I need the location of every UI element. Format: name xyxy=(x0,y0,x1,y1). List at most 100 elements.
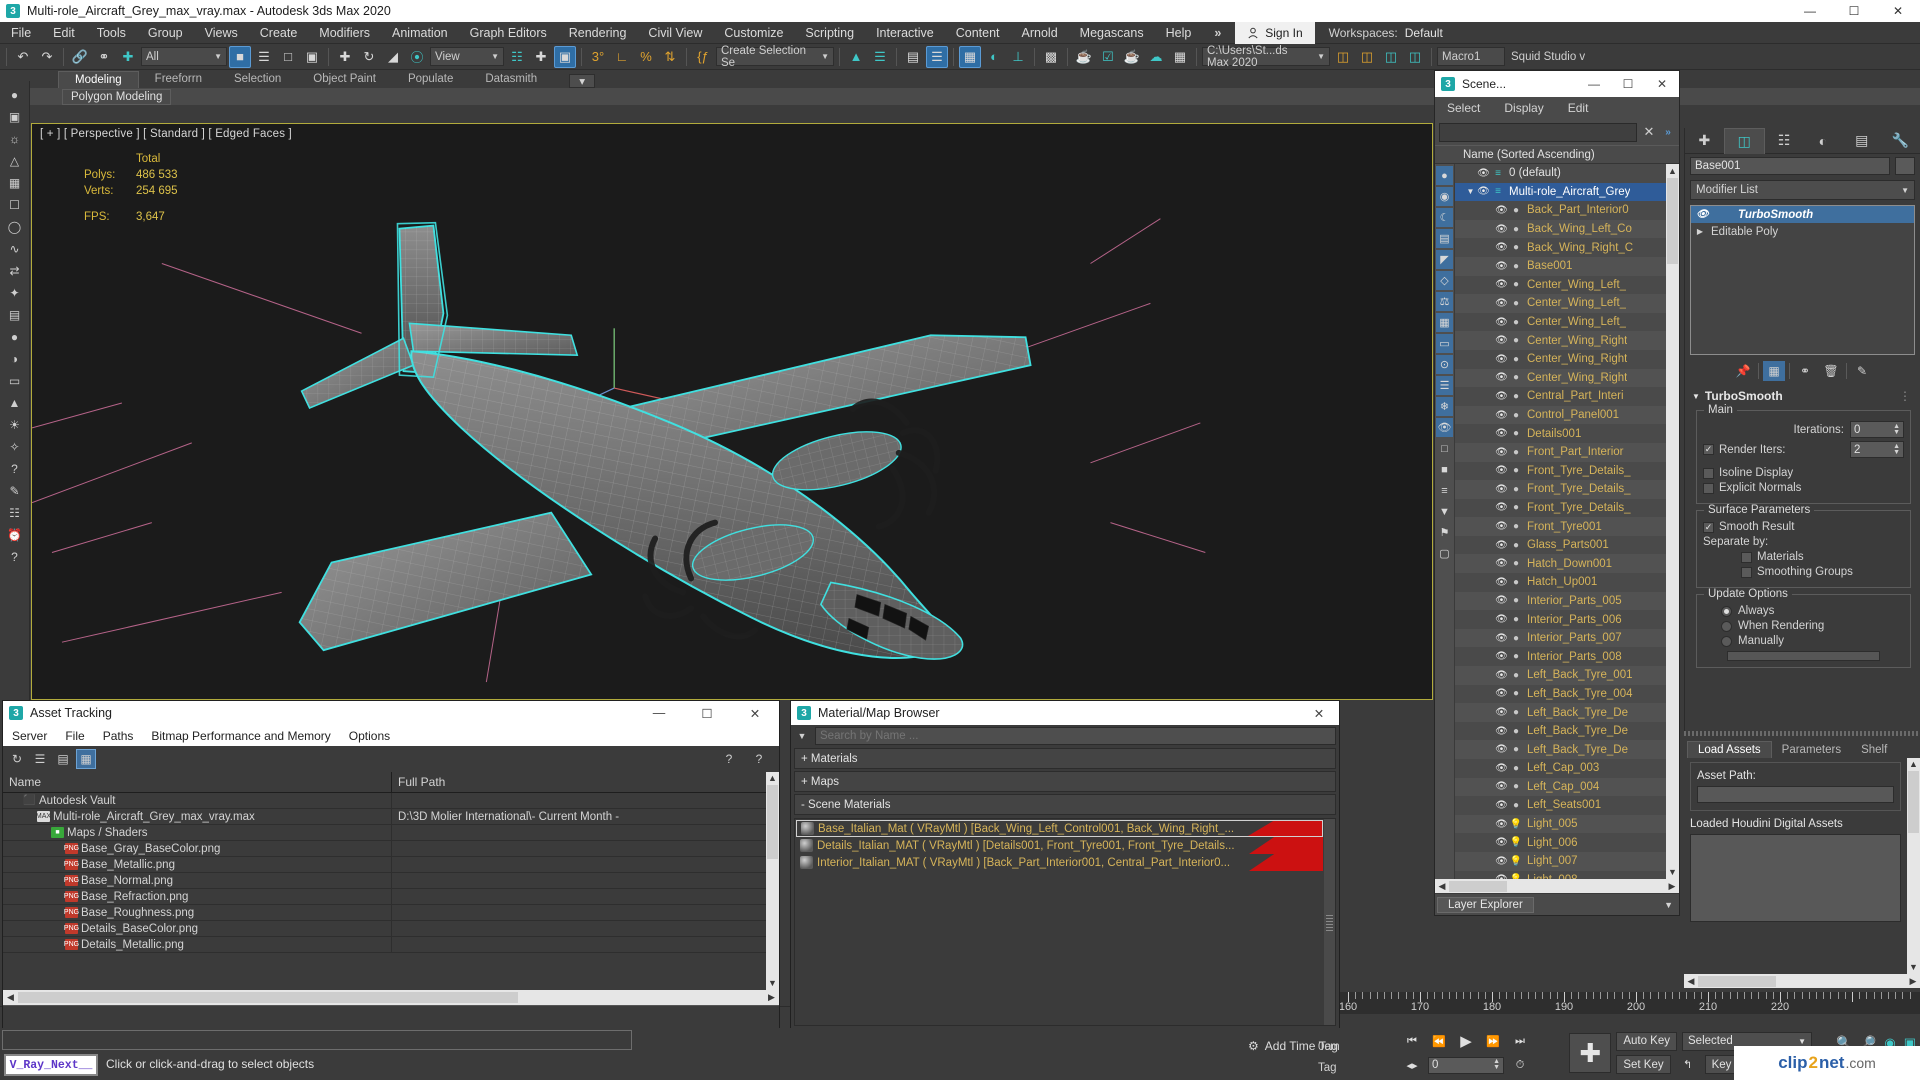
render-iters-checkbox[interactable]: ✓ xyxy=(1703,444,1714,455)
smoothing-groups-checkbox[interactable] xyxy=(1741,567,1752,578)
dome-icon[interactable]: ◑ xyxy=(3,348,27,369)
list-view-icon[interactable]: ☰ xyxy=(30,749,50,769)
asset-row[interactable]: ⬛Autodesk Vault xyxy=(3,793,766,809)
visibility-eye-icon[interactable]: 👁 xyxy=(1494,279,1509,290)
activeshade-icon[interactable]: ☕ xyxy=(1121,46,1143,68)
filter-cameras-icon[interactable]: ▤ xyxy=(1436,229,1453,248)
scene-explorer-minimize[interactable]: — xyxy=(1577,71,1611,97)
selection-filter-dropdown[interactable]: All▼ xyxy=(141,47,227,66)
ribbon-tab-freeforrn[interactable]: Freeforrn xyxy=(139,71,218,88)
filter-frozen-icon[interactable]: ❄ xyxy=(1436,397,1453,416)
scroll-up-icon[interactable]: ▲ xyxy=(766,772,779,785)
select-and-manipulate-icon[interactable]: ✚ xyxy=(530,46,552,68)
help-globe-icon[interactable]: ? xyxy=(719,749,739,769)
update-option-row[interactable]: Manually xyxy=(1703,635,1904,647)
redo-icon[interactable]: ↷ xyxy=(36,46,58,68)
visibility-eye-icon[interactable]: 👁 xyxy=(1494,781,1509,792)
scroll-right-icon[interactable]: ▶ xyxy=(764,992,779,1003)
asset-grid-hscrollbar[interactable]: ◀ ▶ xyxy=(3,990,779,1005)
explicit-normals-checkbox[interactable] xyxy=(1703,483,1714,494)
scene-item-row[interactable]: 👁●Left_Cap_004 xyxy=(1455,778,1666,797)
squid-studio-label[interactable]: Squid Studio v xyxy=(1507,47,1623,66)
scene-explorer-item-list[interactable]: 👁≡0 (default)▼👁≡Multi-role_Aircraft_Grey… xyxy=(1455,164,1666,879)
material-editor-icon[interactable]: ◐ xyxy=(983,46,1005,68)
scroll-thumb[interactable] xyxy=(1667,178,1678,264)
timeline-ticks[interactable]: 160170180190200210220 xyxy=(1340,992,1920,1014)
scene-item-row[interactable]: 👁●Back_Part_Interior0 xyxy=(1455,201,1666,220)
visibility-eye-icon[interactable]: 👁 xyxy=(1476,168,1491,179)
scene-explorer-tree[interactable]: ● ◉ ☾ ▤ ◤ ◇ ⚖ ▦ ▭ ⊙ ☰ ❄ 👁 □ ■ ≡ ▼ ⚑ ▢ 👁≡… xyxy=(1435,164,1679,879)
plane-icon[interactable]: ▭ xyxy=(3,370,27,391)
scroll-down-icon[interactable]: ▼ xyxy=(766,977,779,990)
edit-named-selection-icon[interactable]: ⇅ xyxy=(659,46,681,68)
menu-group[interactable]: Group xyxy=(137,22,194,44)
asset-tracking-window[interactable]: 3 Asset Tracking — ☐ ✕ ServerFilePathsBi… xyxy=(2,700,780,1030)
filter-spacewarps-icon[interactable]: ◇ xyxy=(1436,271,1453,290)
spinner-arrows-icon[interactable]: ▲▼ xyxy=(1493,1059,1500,1071)
filter-tag-icon[interactable]: ⚑ xyxy=(1436,523,1453,542)
menu-interactive[interactable]: Interactive xyxy=(865,22,945,44)
display-tab[interactable]: ▤ xyxy=(1842,128,1881,154)
scroll-left-icon[interactable]: ◀ xyxy=(1435,881,1449,892)
scene-item-row[interactable]: 👁≡0 (default) xyxy=(1455,164,1666,183)
scroll-up-icon[interactable]: ▲ xyxy=(1666,164,1679,178)
visibility-eye-icon[interactable]: 👁 xyxy=(1494,800,1509,811)
column-full-path[interactable]: Full Path xyxy=(392,772,766,792)
spinner-snap-icon[interactable]: % xyxy=(635,46,657,68)
asset-path-input[interactable] xyxy=(1697,786,1894,803)
asset-menu-file[interactable]: File xyxy=(56,729,93,743)
light-icon[interactable]: ☼ xyxy=(3,128,27,149)
iterations-spinner[interactable]: 0 ▲▼ xyxy=(1850,421,1904,438)
scene-item-row[interactable]: 👁●Front_Tyre_Details_ xyxy=(1455,499,1666,518)
material-group-header[interactable]: - Scene Materials xyxy=(794,794,1336,815)
asset-row[interactable]: PNGBase_Roughness.png xyxy=(3,905,766,921)
question-icon[interactable]: ? xyxy=(3,458,27,479)
visibility-eye-icon[interactable]: 👁 xyxy=(1494,633,1509,644)
filter-box-icon[interactable]: ▢ xyxy=(1436,544,1453,563)
scene-item-row[interactable]: 👁●Left_Back_Tyre_De xyxy=(1455,740,1666,759)
help-icon[interactable]: ? xyxy=(749,749,769,769)
visibility-eye-icon[interactable]: 👁 xyxy=(1494,744,1509,755)
scene-item-row[interactable]: 👁●Left_Seats001 xyxy=(1455,796,1666,815)
houdini-tab-shelf[interactable]: Shelf xyxy=(1851,742,1897,758)
scene-item-row[interactable]: 👁●Base001 xyxy=(1455,257,1666,276)
loaded-assets-list[interactable] xyxy=(1690,834,1901,922)
expand-search-icon[interactable]: » xyxy=(1661,127,1675,138)
set-key-button[interactable]: Set Key xyxy=(1616,1055,1670,1074)
houdini-vscrollbar[interactable]: ▲ ▼ xyxy=(1907,758,1920,974)
pin-stack-icon[interactable]: 📌 xyxy=(1732,361,1754,381)
scene-item-row[interactable]: 👁●Interior_Parts_008 xyxy=(1455,647,1666,666)
houdini-tab-parameters[interactable]: Parameters xyxy=(1772,742,1851,758)
scroll-right-icon[interactable]: ▶ xyxy=(1665,881,1679,892)
scene-menu-select[interactable]: Select xyxy=(1435,101,1492,115)
update-button[interactable] xyxy=(1727,651,1880,661)
visibility-eye-icon[interactable]: 👁 xyxy=(1494,447,1509,458)
visibility-eye-icon[interactable]: 👁 xyxy=(1494,335,1509,346)
mirror-icon[interactable]: {ƒ xyxy=(692,46,714,68)
snaps-toggle-icon[interactable]: ▣ xyxy=(554,46,576,68)
goto-end-icon[interactable]: ⏭ xyxy=(1508,1031,1532,1051)
scene-item-row[interactable]: 👁●Center_Wing_Right xyxy=(1455,369,1666,388)
browser-options-icon[interactable]: ▼ xyxy=(794,731,810,741)
menu-scripting[interactable]: Scripting xyxy=(794,22,865,44)
asset-tracking-close[interactable]: ✕ xyxy=(731,701,779,725)
render-production-icon[interactable]: ☕ xyxy=(1073,46,1095,68)
select-by-name-icon[interactable]: ☰ xyxy=(253,46,275,68)
menu-content[interactable]: Content xyxy=(945,22,1011,44)
unwrap-icon[interactable]: ▤ xyxy=(3,304,27,325)
asset-tracking-minimize[interactable]: — xyxy=(635,701,683,725)
radio-button[interactable] xyxy=(1721,636,1732,647)
rendered-frame-window-icon[interactable]: ▩ xyxy=(1040,46,1062,68)
scene-item-row[interactable]: 👁●Front_Part_Interior xyxy=(1455,443,1666,462)
scene-item-row[interactable]: ▼👁≡Multi-role_Aircraft_Grey xyxy=(1455,183,1666,202)
modify-tab[interactable]: ◫ xyxy=(1724,128,1765,154)
anim-icon[interactable]: ⏰ xyxy=(3,524,27,545)
filter-hidden-icon[interactable]: 👁 xyxy=(1436,418,1453,437)
open-render-gallery-icon[interactable]: ▦ xyxy=(1169,46,1191,68)
configure-modifier-sets-icon[interactable]: ✎ xyxy=(1851,361,1873,381)
asset-grid-rows[interactable]: ⬛Autodesk VaultMAXMulti-role_Aircraft_Gr… xyxy=(3,793,766,990)
visibility-eye-icon[interactable]: 👁 xyxy=(1494,224,1509,235)
visibility-eye-icon[interactable]: 👁 xyxy=(1494,651,1509,662)
scene-explorer-column-header[interactable]: Name (Sorted Ascending) xyxy=(1435,145,1679,164)
scene-explorer-maximize[interactable]: ☐ xyxy=(1611,71,1645,97)
